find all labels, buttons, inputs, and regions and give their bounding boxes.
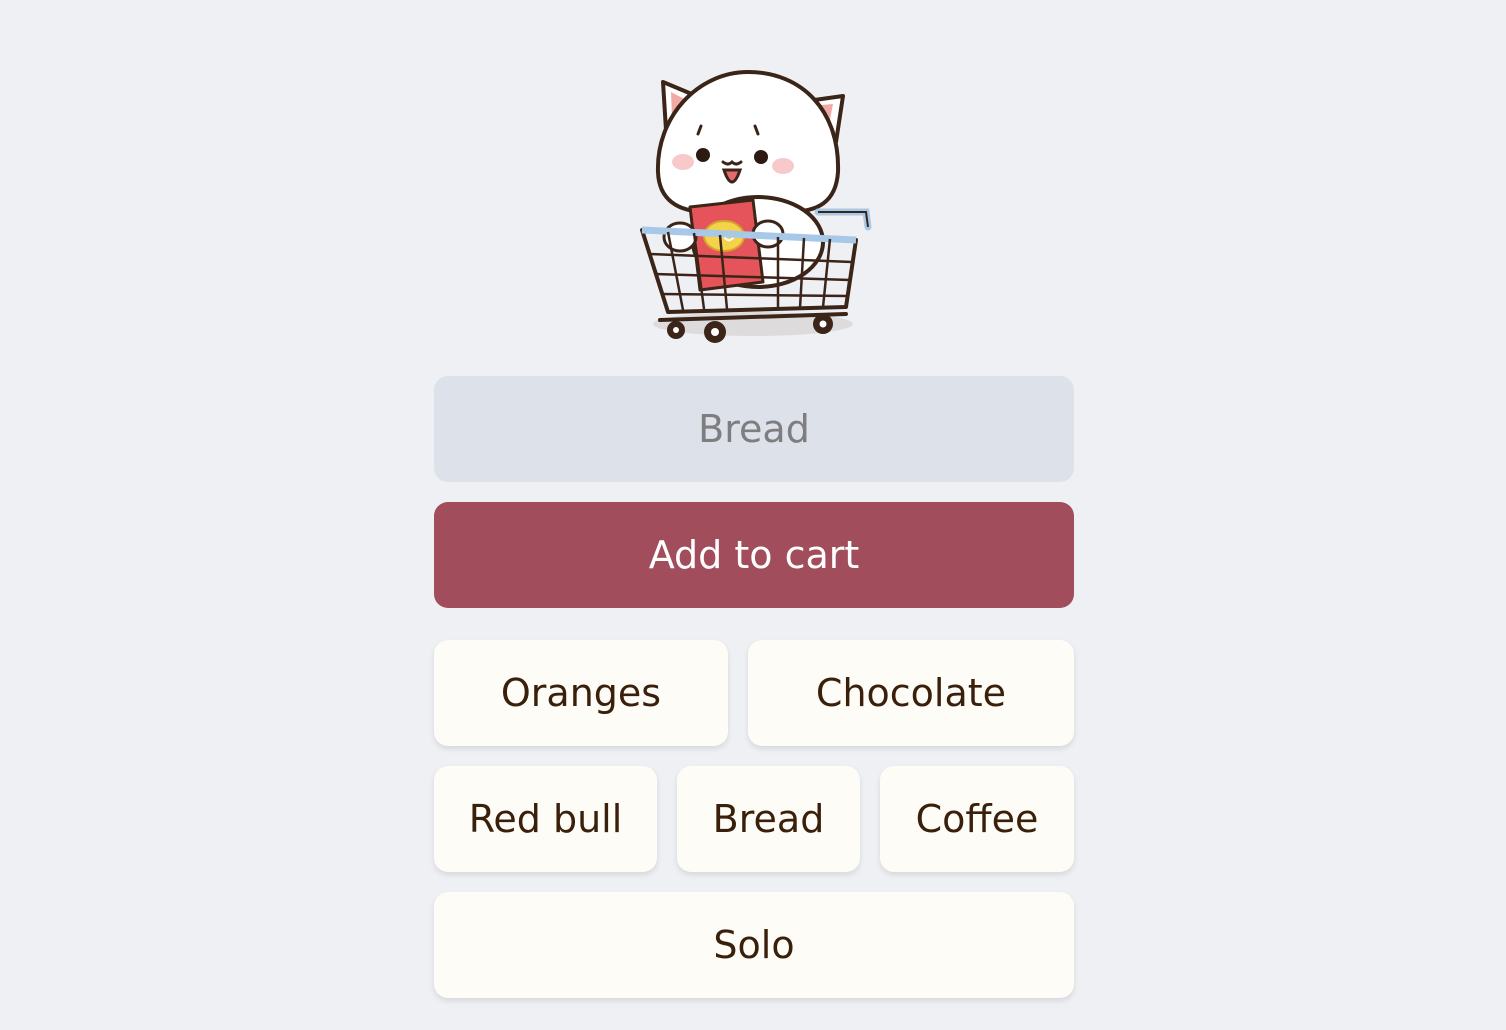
suggestion-bread-button[interactable]: Bread bbox=[677, 766, 860, 872]
suggestion-solo-button[interactable]: Solo bbox=[434, 892, 1074, 998]
cat-in-shopping-cart-icon bbox=[640, 69, 872, 343]
add-to-cart-button[interactable]: Add to cart bbox=[434, 502, 1074, 608]
suggestion-red-bull-button[interactable]: Red bull bbox=[434, 766, 657, 872]
item-input[interactable] bbox=[434, 376, 1074, 482]
suggestion-coffee-button[interactable]: Coffee bbox=[880, 766, 1074, 872]
app-page: Add to cart Oranges Chocolate Red bull B… bbox=[0, 0, 1506, 1030]
suggestion-oranges-button[interactable]: Oranges bbox=[434, 640, 728, 746]
suggestion-chocolate-button[interactable]: Chocolate bbox=[748, 640, 1074, 746]
